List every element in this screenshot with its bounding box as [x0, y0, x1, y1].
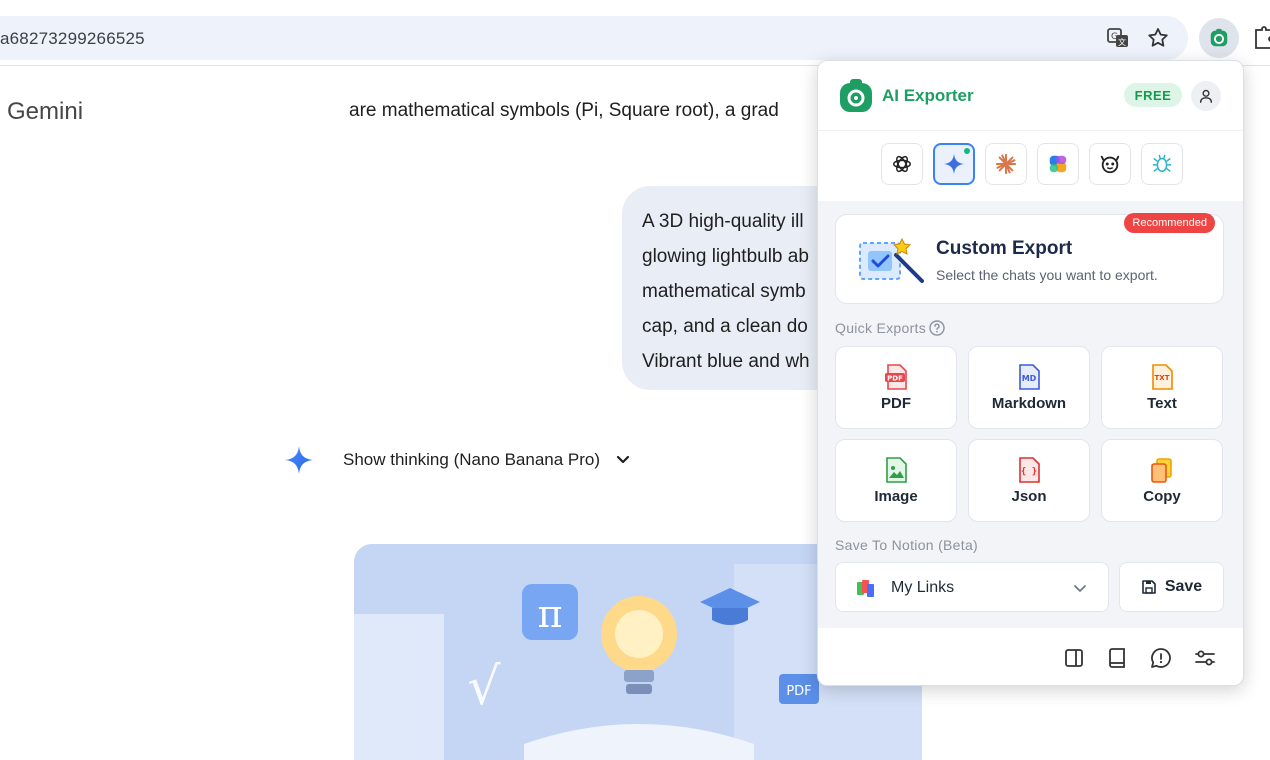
save-label: Save [1164, 578, 1203, 595]
notion-page-value: My Links [891, 579, 955, 596]
brand-name: AI Exporter [882, 86, 974, 105]
platform-chatgpt[interactable] [881, 143, 923, 185]
claude-icon [995, 153, 1017, 175]
platform-selector [881, 143, 1183, 185]
svg-text:MD: MD [1022, 374, 1037, 383]
save-to-notion-button[interactable]: Save [1119, 562, 1224, 612]
gemini-icon [943, 153, 965, 175]
book-icon[interactable] [1106, 646, 1130, 670]
export-json-button[interactable]: { } Json [968, 439, 1090, 522]
deepseek-icon [1152, 154, 1172, 173]
svg-text:PDF: PDF [887, 375, 903, 383]
ai-exporter-popup: AI Exporter FREE Recommended Custom Expo… [817, 60, 1244, 686]
extensions-puzzle-icon[interactable] [1252, 26, 1270, 50]
svg-text:TXT: TXT [1155, 374, 1170, 382]
settings-sliders-icon[interactable] [1193, 646, 1217, 670]
chevron-down-icon[interactable] [614, 451, 632, 469]
popup-body: Recommended Custom Export Select the cha… [818, 201, 1243, 628]
ai-exporter-logo-icon [840, 79, 872, 112]
address-bar[interactable]: a68273299266525 G文 [0, 16, 1188, 60]
show-thinking-label[interactable]: Show thinking (Nano Banana Pro) [343, 450, 600, 470]
feedback-icon[interactable] [1149, 646, 1173, 670]
response-text: are mathematical symbols (Pi, Square roo… [349, 100, 779, 121]
platform-copilot[interactable] [1037, 143, 1079, 185]
gemini-sparkle-icon [285, 446, 313, 474]
popup-header: AI Exporter FREE [818, 61, 1243, 131]
json-file-icon: { } [1019, 457, 1040, 483]
save-icon [1142, 580, 1156, 594]
image-file-icon [886, 457, 907, 483]
export-image-label: Image [874, 488, 918, 505]
translate-icon[interactable]: G文 [1106, 26, 1130, 50]
plan-badge[interactable]: FREE [1124, 83, 1182, 107]
active-indicator [964, 148, 970, 154]
export-text-button[interactable]: TXT Text [1101, 346, 1223, 429]
bookmark-star-icon[interactable] [1146, 26, 1170, 50]
text-file-icon: TXT [1152, 364, 1173, 390]
show-thinking-toggle[interactable]: Show thinking (Nano Banana Pro) [284, 444, 632, 476]
markdown-file-icon: MD [1019, 364, 1040, 390]
browser-toolbar: a68273299266525 G文 [0, 0, 1270, 66]
custom-export-card[interactable]: Recommended Custom Export Select the cha… [835, 213, 1224, 304]
user-icon [1199, 89, 1213, 103]
svg-text:文: 文 [1118, 37, 1126, 47]
svg-text:{ }: { } [1021, 467, 1037, 477]
custom-export-title: Custom Export [936, 238, 1073, 259]
platform-claude[interactable] [985, 143, 1027, 185]
custom-export-icon [859, 237, 924, 283]
notion-pages-icon [857, 580, 874, 597]
copilot-icon [1049, 155, 1067, 173]
export-text-label: Text [1147, 395, 1177, 412]
grok-icon [1100, 155, 1120, 174]
help-icon[interactable] [929, 320, 945, 336]
custom-export-subtitle: Select the chats you want to export. [936, 267, 1158, 283]
export-markdown-button[interactable]: MD Markdown [968, 346, 1090, 429]
user-account-button[interactable] [1191, 81, 1221, 111]
pdf-label: PDF [786, 684, 811, 699]
export-image-button[interactable]: Image [835, 439, 957, 522]
copy-button[interactable]: Copy [1101, 439, 1223, 522]
platform-gemini[interactable] [933, 143, 975, 185]
platform-grok[interactable] [1089, 143, 1131, 185]
copy-icon [1151, 458, 1172, 483]
square-root-symbol: √ [467, 657, 501, 717]
pi-symbol: π [538, 592, 563, 636]
export-json-label: Json [1011, 488, 1047, 505]
extension-ai-exporter-icon[interactable] [1199, 18, 1239, 58]
quick-exports-text: Quick Exports [835, 320, 927, 336]
export-pdf-label: PDF [881, 395, 911, 412]
pdf-file-icon: PDF [885, 364, 907, 390]
sidebar-panel-icon[interactable] [1062, 646, 1086, 670]
chatgpt-icon [893, 155, 911, 173]
app-title[interactable]: Gemini [7, 98, 83, 126]
quick-exports-label: Quick Exports [835, 320, 945, 336]
notion-page-select[interactable]: My Links [835, 562, 1109, 612]
export-markdown-label: Markdown [991, 395, 1067, 412]
address-bar-url[interactable]: a68273299266525 [0, 29, 145, 49]
chevron-down-icon [1074, 585, 1086, 592]
platform-deepseek[interactable] [1141, 143, 1183, 185]
popup-footer [818, 628, 1243, 685]
recommended-badge: Recommended [1124, 213, 1215, 233]
export-pdf-button[interactable]: PDF PDF [835, 346, 957, 429]
screen: a68273299266525 G文 Gemini are mathematic… [0, 0, 1270, 760]
copy-label: Copy [1143, 488, 1181, 505]
notion-section-label: Save To Notion (Beta) [835, 537, 979, 553]
